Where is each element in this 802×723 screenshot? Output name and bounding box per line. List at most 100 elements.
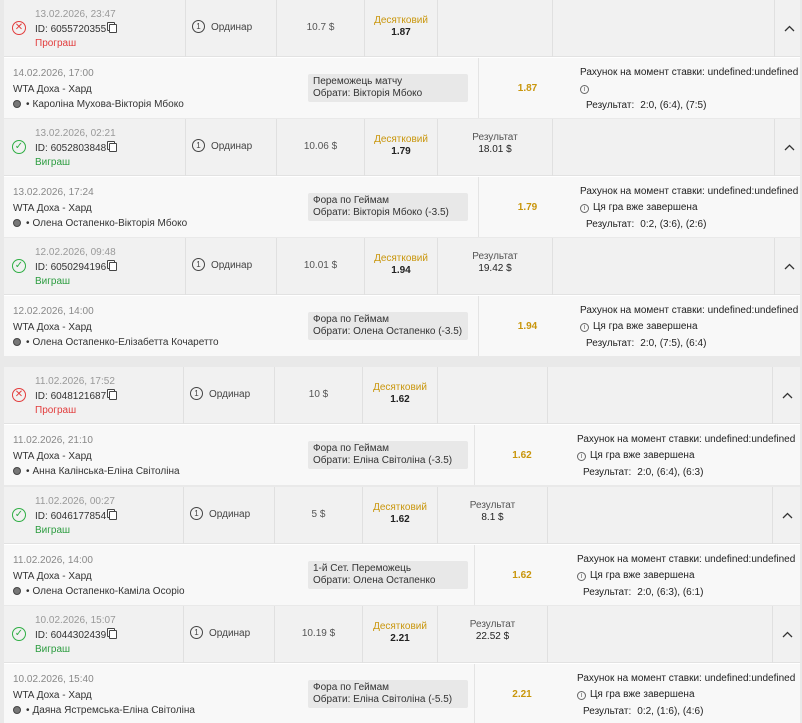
market-box: Фора по Геймам Обрати: Олена Остапенко (-… (308, 312, 468, 340)
result-label: Результат: (583, 706, 632, 717)
bet-card: 13.02.2026, 02:21 ✓ ID: 6052803848 Виграш 1 О… (4, 119, 800, 237)
match-date: 11.02.2026, 21:10 (13, 435, 93, 446)
pick-value: Олена Остапенко (-3.5) (353, 326, 463, 337)
stake-value: 10.19 $ (301, 628, 336, 639)
bet-history-list: 13.02.2026, 23:47 ✕ ID: 6055720355 Програш 1… (0, 0, 802, 723)
bet-id-value: 6048121687 (50, 391, 107, 402)
empty-cell (552, 119, 774, 176)
detail-odds: 1.62 (474, 425, 569, 485)
bet-id-prefix: ID: (35, 391, 51, 402)
bet-header[interactable]: 11.02.2026, 17:52 ✕ ID: 6048121687 Програш 1… (4, 367, 800, 424)
game-finished-text: Ця гра вже завершена (590, 689, 695, 700)
single-bet-icon: 1 (190, 626, 203, 639)
bet-id: ID: 6052803848 (35, 142, 118, 154)
stake-value: 10.06 $ (303, 141, 338, 152)
bet-header[interactable]: 10.02.2026, 15:07 ✓ ID: 6044302439 Виграш 1 О… (4, 606, 800, 663)
market-name: Фора по Геймам (313, 443, 390, 454)
market-box: Фора по Геймам Обрати: Еліна Світоліна (-… (308, 441, 468, 469)
copy-icon[interactable] (109, 24, 118, 33)
match-name: • Даяна Ястремська-Еліна Світоліна (13, 705, 195, 716)
bet-details: 10.02.2026, 15:40 WTA Доха - Хард • Даяна Я… (4, 664, 800, 723)
final-score: Результат: 0:2, (1:6), (4:6) (577, 706, 703, 717)
stake-value: 10.7 $ (306, 22, 335, 33)
payout-label: Результат (469, 619, 516, 630)
pick-prefix: Обрати: (313, 207, 354, 218)
match-name: • Олена Остапенко-Вікторія Мбоко (13, 218, 187, 229)
odds-cell: Десятковий 1.62 (362, 487, 437, 544)
game-finished-text: Ця гра вже завершена (590, 450, 695, 461)
copy-icon[interactable] (109, 391, 118, 400)
market-box: 1-й Сет. Переможець Обрати: Олена Остапен… (308, 561, 468, 589)
check-circle-icon: ✓ (12, 259, 26, 273)
bet-id: ID: 6050294196 (35, 261, 118, 273)
payout-cell: Результат 8.1 $ (437, 487, 547, 544)
bet-type-cell: 1 Ординар (185, 238, 276, 295)
bet-header[interactable]: 11.02.2026, 00:27 ✓ ID: 6046177854 Виграш 1 О… (4, 487, 800, 544)
payout-value: 8.1 $ (481, 512, 504, 523)
match-date: 13.02.2026, 17:24 (13, 187, 94, 198)
empty-cell (547, 367, 772, 424)
detail-odds: 2.21 (474, 664, 569, 723)
result-score-value: 2:0, (7:5), (6:4) (640, 338, 707, 349)
bullet-icon: • (26, 705, 30, 716)
payout-cell: Результат 19.42 $ (437, 238, 552, 295)
bet-summary-cell: 12.02.2026, 09:48 ✓ ID: 6050294196 Виграш (4, 238, 185, 295)
result-score-value: 0:2, (1:6), (4:6) (637, 706, 704, 717)
bet-status: Виграш (35, 276, 71, 287)
account-at-bet: Рахунок на момент ставки: undefined:unde… (577, 673, 796, 684)
chevron-up-icon (784, 25, 795, 32)
bet-date: 11.02.2026, 00:27 (35, 496, 115, 507)
bet-header[interactable]: 13.02.2026, 02:21 ✓ ID: 6052803848 Виграш 1 О… (4, 119, 800, 176)
collapse-button[interactable] (772, 367, 802, 424)
collapse-button[interactable] (774, 238, 802, 295)
copy-icon[interactable] (109, 143, 118, 152)
final-score: Результат: 2:0, (6:4), (6:3) (577, 467, 703, 478)
bet-date: 12.02.2026, 09:48 (35, 247, 116, 258)
odds-value: 1.62 (390, 514, 410, 525)
market-pick: Обрати: Олена Остапенко (313, 575, 463, 587)
collapse-button[interactable] (772, 487, 802, 544)
odds-cell: Десятковий 1.87 (364, 0, 437, 57)
tennis-ball-icon (13, 100, 21, 108)
pick-value: Вікторія Мбоко (-3.5) (353, 207, 449, 218)
market-box: Фора по Геймам Обрати: Еліна Світоліна (-… (308, 680, 468, 708)
odds-value: 1.94 (391, 265, 411, 276)
info-icon: i (580, 85, 589, 94)
bullet-icon: • (26, 99, 30, 110)
bet-id-prefix: ID: (35, 143, 51, 154)
pick-value: Олена Остапенко (353, 575, 436, 586)
bet-id-value: 6046177854 (50, 511, 107, 522)
stake-cell: 10.19 $ (274, 606, 362, 663)
match-name: • Олена Остапенко-Каміла Осоріо (13, 586, 185, 597)
collapse-button[interactable] (772, 606, 802, 663)
tennis-ball-icon (13, 219, 21, 227)
match-players: Олена Остапенко-Вікторія Мбоко (32, 218, 188, 229)
payout-value: 22.52 $ (475, 631, 510, 642)
check-circle-icon: ✓ (12, 627, 26, 641)
odds-format-label: Десятковий (373, 382, 427, 393)
match-players: Олена Остапенко-Каміла Осоріо (32, 586, 185, 597)
game-finished-note: i Ця гра вже завершена (580, 202, 698, 213)
collapse-button[interactable] (774, 119, 802, 176)
odds-cell: Десятковий 1.79 (364, 119, 437, 176)
stake-cell: 5 $ (274, 487, 362, 544)
empty-cell (552, 0, 774, 57)
bet-card: 11.02.2026, 17:52 ✕ ID: 6048121687 Програш 1… (4, 367, 800, 485)
empty-cell (547, 487, 772, 544)
copy-icon[interactable] (109, 630, 118, 639)
bet-header[interactable]: 13.02.2026, 23:47 ✕ ID: 6055720355 Програш 1… (4, 0, 800, 57)
bet-card: 11.02.2026, 00:27 ✓ ID: 6046177854 Виграш 1 О… (4, 487, 800, 605)
detail-odds: 1.79 (478, 177, 576, 237)
copy-icon[interactable] (109, 262, 118, 271)
market-pick: Обрати: Еліна Світоліна (-3.5) (313, 455, 463, 467)
bet-type-label: Ординар (211, 260, 253, 271)
odds-format-label: Десятковий (374, 15, 428, 26)
bet-summary-cell: 11.02.2026, 17:52 ✕ ID: 6048121687 Програш (4, 367, 183, 424)
copy-icon[interactable] (109, 511, 118, 520)
bet-date: 13.02.2026, 23:47 (35, 9, 116, 20)
cross-circle-icon: ✕ (12, 21, 26, 35)
market-name: Фора по Геймам (313, 682, 390, 693)
bet-header[interactable]: 12.02.2026, 09:48 ✓ ID: 6050294196 Виграш 1 О… (4, 238, 800, 295)
collapse-button[interactable] (774, 0, 802, 57)
odds-cell: Десятковий 2.21 (362, 606, 437, 663)
